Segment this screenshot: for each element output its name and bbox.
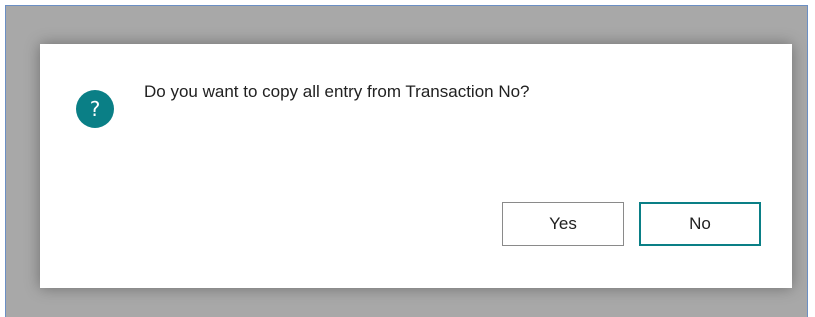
yes-button[interactable]: Yes — [502, 202, 624, 246]
confirm-dialog: ? Do you want to copy all entry from Tra… — [40, 44, 792, 288]
backdrop-overlay: ? Do you want to copy all entry from Tra… — [5, 5, 808, 317]
no-button[interactable]: No — [639, 202, 761, 246]
question-icon: ? — [76, 90, 114, 128]
dialog-message: Do you want to copy all entry from Trans… — [144, 82, 530, 101]
question-icon-glyph: ? — [89, 97, 101, 121]
